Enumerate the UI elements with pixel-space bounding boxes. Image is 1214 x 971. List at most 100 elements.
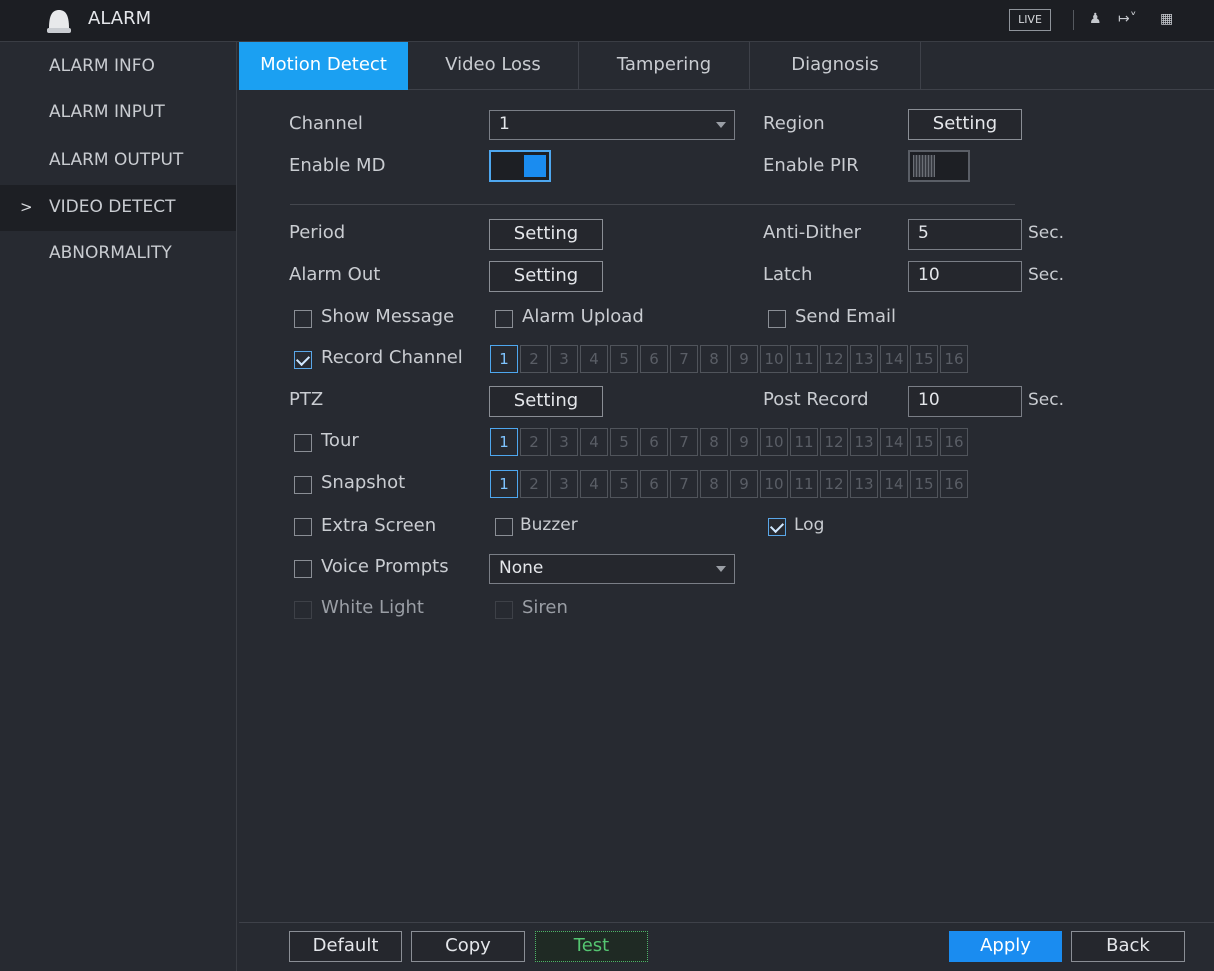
post-record-input[interactable]: 10 [908, 386, 1022, 417]
snapshot-channel-15[interactable]: 15 [910, 470, 938, 498]
snapshot-channel-12[interactable]: 12 [820, 470, 848, 498]
record-channel-9[interactable]: 9 [730, 345, 758, 373]
user-icon[interactable]: ♟ [1089, 11, 1102, 27]
sidebar-item-alarm-input[interactable]: ALARM INPUT [0, 90, 236, 136]
snapshot-channel-3[interactable]: 3 [550, 470, 578, 498]
extra-screen-label: Extra Screen [321, 515, 437, 536]
voice-prompts-select[interactable]: None [489, 554, 735, 584]
tour-channel-15[interactable]: 15 [910, 428, 938, 456]
extra-screen-checkbox[interactable] [294, 518, 312, 536]
tour-channel-10[interactable]: 10 [760, 428, 788, 456]
record-channel-7[interactable]: 7 [670, 345, 698, 373]
sidebar-item-abnormality[interactable]: ABNORMALITY [0, 231, 236, 277]
tour-channel-6[interactable]: 6 [640, 428, 668, 456]
tour-channel-13[interactable]: 13 [850, 428, 878, 456]
record-channel-4[interactable]: 4 [580, 345, 608, 373]
tour-channel-3[interactable]: 3 [550, 428, 578, 456]
footer-divider [239, 922, 1214, 923]
record-channel-10[interactable]: 10 [760, 345, 788, 373]
log-checkbox[interactable] [768, 518, 786, 536]
logout-icon[interactable]: ↦˅ [1118, 11, 1137, 27]
default-button[interactable]: Default [289, 931, 402, 962]
tour-channel-12[interactable]: 12 [820, 428, 848, 456]
tour-channel-5[interactable]: 5 [610, 428, 638, 456]
snapshot-checkbox[interactable] [294, 476, 312, 494]
tour-channel-9[interactable]: 9 [730, 428, 758, 456]
snapshot-channel-4[interactable]: 4 [580, 470, 608, 498]
snapshot-channel-13[interactable]: 13 [850, 470, 878, 498]
record-channel-6[interactable]: 6 [640, 345, 668, 373]
enable-md-label: Enable MD [289, 155, 386, 176]
anti-dither-input[interactable]: 5 [908, 219, 1022, 250]
alarm-upload-checkbox[interactable] [495, 310, 513, 328]
tour-channel-11[interactable]: 11 [790, 428, 818, 456]
copy-button[interactable]: Copy [411, 931, 525, 962]
channel-select[interactable]: 1 [489, 110, 735, 140]
tour-channel-4[interactable]: 4 [580, 428, 608, 456]
live-button[interactable]: LIVE [1009, 9, 1051, 31]
tab-video-loss[interactable]: Video Loss [408, 42, 579, 90]
record-channel-14[interactable]: 14 [880, 345, 908, 373]
back-button[interactable]: Back [1071, 931, 1185, 962]
sidebar-item-alarm-output[interactable]: ALARM OUTPUT [0, 138, 236, 184]
record-channel-2[interactable]: 2 [520, 345, 548, 373]
qr-code-icon[interactable]: ▦ [1160, 11, 1173, 27]
send-email-checkbox[interactable] [768, 310, 786, 328]
buzzer-checkbox[interactable] [495, 518, 513, 536]
top-bar: ALARM LIVE ♟ ↦˅ ▦ [0, 0, 1214, 42]
tour-channel-7[interactable]: 7 [670, 428, 698, 456]
snapshot-channel-5[interactable]: 5 [610, 470, 638, 498]
sidebar-item-alarm-info[interactable]: ALARM INFO [0, 44, 236, 90]
record-channel-1[interactable]: 1 [490, 345, 518, 373]
record-channel-15[interactable]: 15 [910, 345, 938, 373]
tour-channel-16[interactable]: 16 [940, 428, 968, 456]
snapshot-channel-8[interactable]: 8 [700, 470, 728, 498]
tab-tampering[interactable]: Tampering [579, 42, 750, 90]
snapshot-channel-11[interactable]: 11 [790, 470, 818, 498]
apply-button[interactable]: Apply [949, 931, 1062, 962]
record-channel-16[interactable]: 16 [940, 345, 968, 373]
snapshot-channel-7[interactable]: 7 [670, 470, 698, 498]
period-setting-button[interactable]: Setting [489, 219, 603, 250]
voice-prompts-checkbox[interactable] [294, 560, 312, 578]
snapshot-channel-10[interactable]: 10 [760, 470, 788, 498]
record-channel-label: Record Channel [321, 347, 463, 368]
tour-channel-8[interactable]: 8 [700, 428, 728, 456]
tour-channel-14[interactable]: 14 [880, 428, 908, 456]
sidebar-item-video-detect[interactable]: > VIDEO DETECT [0, 185, 236, 231]
record-channel-checkbox[interactable] [294, 351, 312, 369]
snapshot-channel-2[interactable]: 2 [520, 470, 548, 498]
snapshot-channel-14[interactable]: 14 [880, 470, 908, 498]
tab-motion-detect[interactable]: Motion Detect [239, 42, 408, 90]
snapshot-channel-6[interactable]: 6 [640, 470, 668, 498]
latch-input[interactable]: 10 [908, 261, 1022, 292]
record-channel-8[interactable]: 8 [700, 345, 728, 373]
record-channel-13[interactable]: 13 [850, 345, 878, 373]
snapshot-channel-16[interactable]: 16 [940, 470, 968, 498]
ptz-setting-button[interactable]: Setting [489, 386, 603, 417]
dropdown-arrow-icon [716, 566, 726, 572]
latch-value: 10 [918, 265, 940, 285]
tab-diagnosis[interactable]: Diagnosis [750, 42, 921, 90]
tour-checkbox[interactable] [294, 434, 312, 452]
record-channel-3[interactable]: 3 [550, 345, 578, 373]
sidebar-item-label: ALARM INPUT [49, 102, 165, 122]
enable-pir-toggle[interactable] [908, 150, 970, 182]
sidebar-item-label: VIDEO DETECT [49, 197, 176, 217]
enable-md-toggle[interactable] [489, 150, 551, 182]
snapshot-channel-1[interactable]: 1 [490, 470, 518, 498]
snapshot-channel-9[interactable]: 9 [730, 470, 758, 498]
region-setting-button[interactable]: Setting [908, 109, 1022, 140]
tour-channel-1[interactable]: 1 [490, 428, 518, 456]
test-button[interactable]: Test [535, 931, 648, 962]
alarm-out-setting-button[interactable]: Setting [489, 261, 603, 292]
record-channel-11[interactable]: 11 [790, 345, 818, 373]
section-divider [290, 204, 1015, 205]
record-channel-12[interactable]: 12 [820, 345, 848, 373]
record-channel-5[interactable]: 5 [610, 345, 638, 373]
siren-checkbox[interactable] [495, 601, 513, 619]
show-message-checkbox[interactable] [294, 310, 312, 328]
dropdown-arrow-icon [716, 122, 726, 128]
tour-channel-2[interactable]: 2 [520, 428, 548, 456]
white-light-checkbox[interactable] [294, 601, 312, 619]
